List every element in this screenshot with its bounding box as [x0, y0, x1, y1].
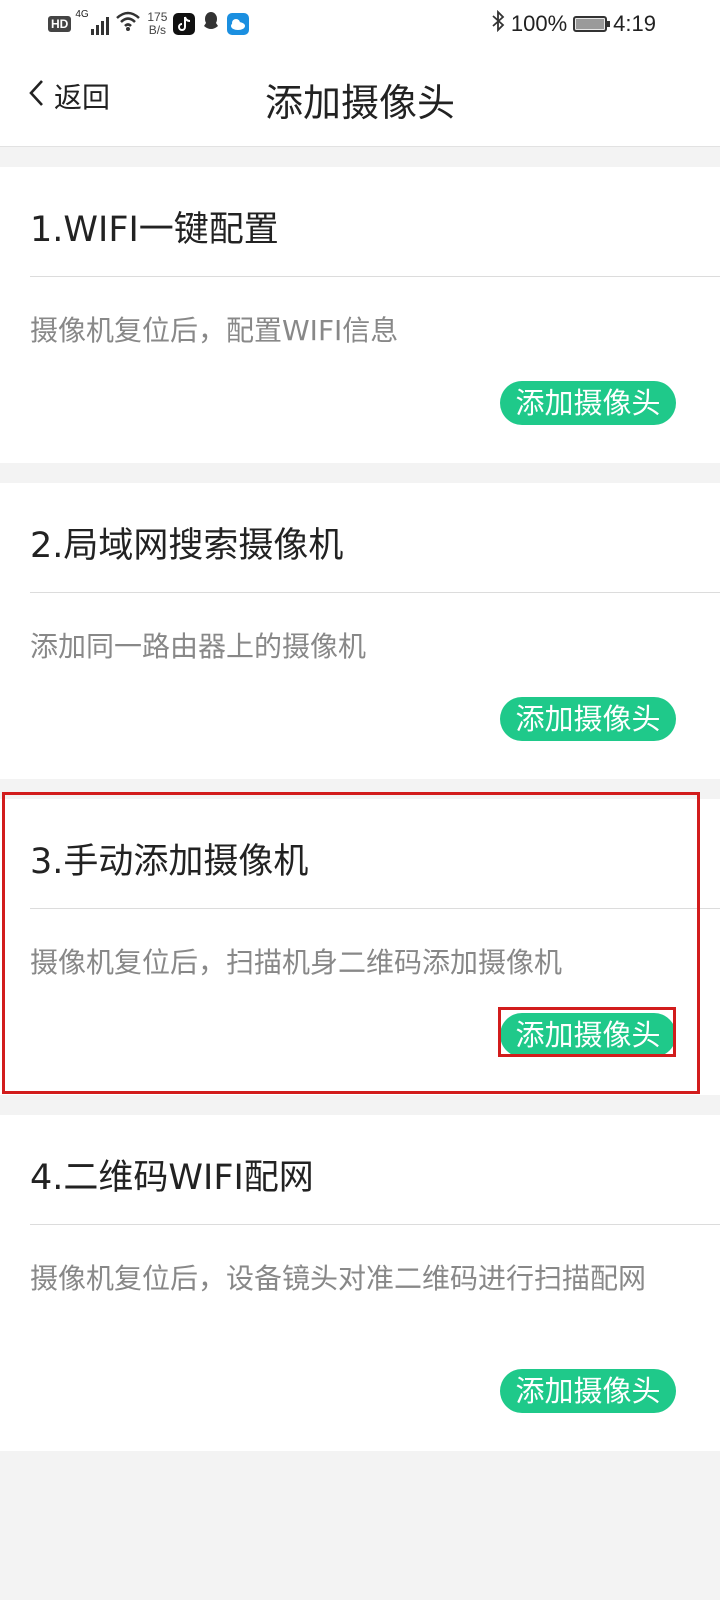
page-title: 添加摄像头	[264, 81, 455, 125]
speed-value: 175	[147, 9, 168, 24]
tiktok-icon	[173, 12, 196, 35]
network-type: 4G	[75, 8, 89, 20]
option-card-lan-search: 2.局域网搜索摄像机 添加同一路由器上的摄像机 添加摄像头	[0, 483, 720, 779]
status-left: HD 4G 175 B/s	[48, 9, 250, 37]
card-description: 摄像机复位后，扫描机身二维码添加摄像机	[30, 946, 563, 979]
signal-icon: 4G	[75, 9, 110, 35]
option-card-wifi-config: 1.WIFI一键配置 摄像机复位后，配置WIFI信息 添加摄像头	[0, 167, 720, 463]
add-camera-button[interactable]: 添加摄像头	[500, 381, 676, 425]
add-camera-button[interactable]: 添加摄像头	[500, 697, 676, 741]
card-title: 4.二维码WIFI配网	[30, 1158, 314, 1198]
network-speed: 175 B/s	[147, 9, 168, 37]
battery-icon	[573, 16, 611, 32]
option-card-manual-add: 3.手动添加摄像机 摄像机复位后，扫描机身二维码添加摄像机 添加摄像头	[0, 799, 720, 1095]
add-camera-button[interactable]: 添加摄像头	[500, 1013, 676, 1057]
clock: 4:19	[613, 11, 656, 36]
card-description: 摄像机复位后，配置WIFI信息	[30, 314, 399, 347]
card-description: 摄像机复位后，设备镜头对准二维码进行扫描配网	[30, 1262, 647, 1295]
bluetooth-icon	[491, 9, 505, 38]
card-description: 添加同一路由器上的摄像机	[30, 630, 367, 663]
nav-bar: 返回 添加摄像头	[0, 48, 720, 147]
divider	[30, 908, 720, 909]
status-bar: HD 4G 175 B/s 100% 4:19	[0, 0, 720, 48]
weather-icon	[227, 12, 250, 35]
status-right: 100% 4:19	[491, 9, 656, 38]
qq-icon	[201, 10, 221, 37]
divider	[30, 1224, 720, 1225]
card-title: 2.局域网搜索摄像机	[30, 526, 344, 566]
divider	[30, 276, 720, 277]
add-camera-button[interactable]: 添加摄像头	[500, 1369, 676, 1413]
card-title: 3.手动添加摄像机	[30, 842, 309, 882]
speed-unit: B/s	[148, 22, 167, 37]
divider	[30, 592, 720, 593]
wifi-icon	[115, 10, 141, 37]
card-title: 1.WIFI一键配置	[30, 210, 279, 250]
battery-percent: 100%	[510, 11, 568, 36]
option-card-qr-wifi: 4.二维码WIFI配网 摄像机复位后，设备镜头对准二维码进行扫描配网 添加摄像头	[0, 1115, 720, 1451]
hd-badge: HD	[48, 15, 72, 32]
battery-fill	[576, 19, 605, 29]
